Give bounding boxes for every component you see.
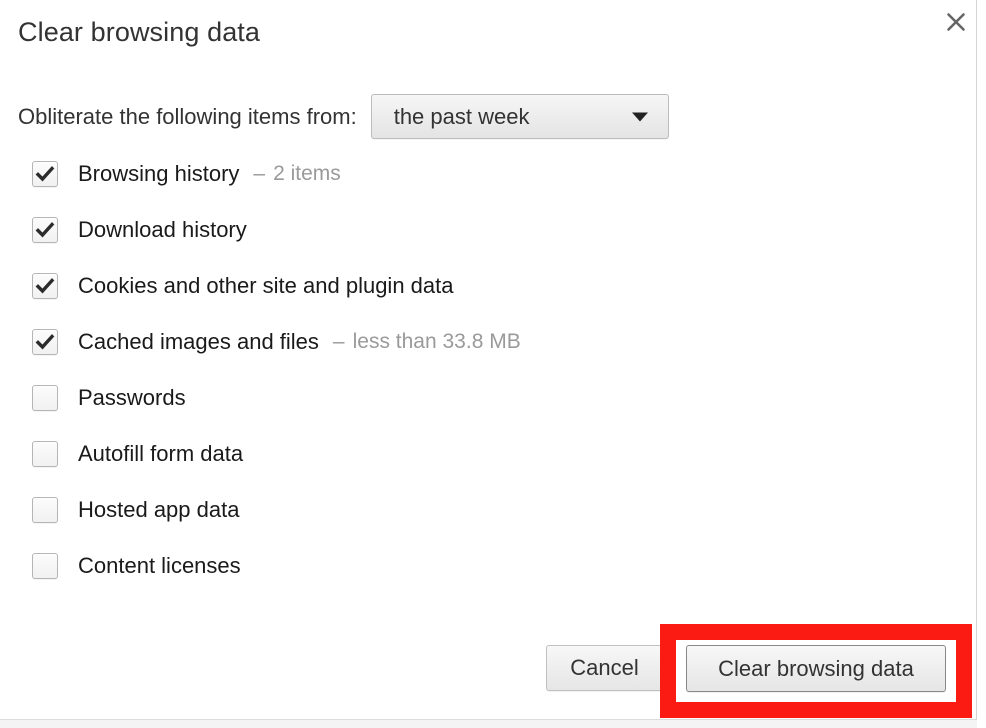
footer-strip bbox=[0, 720, 977, 728]
checkbox-unchecked-icon[interactable] bbox=[32, 553, 58, 579]
checkbox-checked-icon[interactable] bbox=[32, 329, 58, 355]
confirm-clear-browsing-data-button[interactable]: Clear browsing data bbox=[686, 645, 946, 692]
checkbox-label: Passwords bbox=[78, 385, 186, 410]
checkbox-row[interactable]: Download history bbox=[32, 216, 932, 244]
chevron-down-icon bbox=[631, 112, 648, 121]
checkbox-unchecked-icon[interactable] bbox=[32, 497, 58, 523]
checkbox-row[interactable]: Passwords bbox=[32, 384, 932, 412]
close-icon bbox=[945, 11, 967, 33]
meta-dash: – bbox=[253, 162, 266, 185]
time-range-row: Obliterate the following items from: the… bbox=[18, 94, 669, 139]
meta-dash: – bbox=[332, 330, 345, 353]
checkbox-row[interactable]: Content licenses bbox=[32, 552, 932, 580]
meta-value: less than 33.8 MB bbox=[352, 330, 521, 353]
checkbox-row[interactable]: Cached images and files – less than 33.8 M… bbox=[32, 328, 932, 356]
checkbox-unchecked-icon[interactable] bbox=[32, 385, 58, 411]
checkbox-unchecked-icon[interactable] bbox=[32, 441, 58, 467]
page-right-strip bbox=[977, 0, 986, 728]
clear-browsing-data-dialog: Clear browsing data Obliterate the follo… bbox=[0, 0, 986, 728]
checkbox-row[interactable]: Autofill form data bbox=[32, 440, 932, 468]
checkbox-label: Cookies and other site and plugin data bbox=[78, 273, 454, 298]
checkbox-label: Autofill form data bbox=[78, 441, 244, 466]
data-type-checkbox-list: Browsing history –2 items Download history… bbox=[32, 160, 932, 608]
checkbox-label: Content licenses bbox=[78, 553, 241, 578]
time-range-selected-value: the past week bbox=[393, 103, 530, 129]
checkbox-label: Cached images and files bbox=[78, 329, 319, 354]
checkbox-label: Download history bbox=[78, 217, 247, 242]
close-button[interactable] bbox=[940, 6, 972, 38]
checkbox-row[interactable]: Browsing history –2 items bbox=[32, 160, 932, 188]
checkbox-meta: – less than 33.8 MB bbox=[333, 330, 521, 354]
checkbox-checked-icon[interactable] bbox=[32, 273, 58, 299]
dialog-title: Clear browsing data bbox=[18, 17, 261, 47]
time-range-select[interactable]: the past week bbox=[370, 94, 669, 139]
meta-value: 2 items bbox=[273, 162, 341, 185]
time-range-label: Obliterate the following items from: bbox=[18, 103, 357, 129]
checkbox-label: Browsing history bbox=[78, 161, 240, 186]
checkbox-checked-icon[interactable] bbox=[32, 217, 58, 243]
checkbox-label: Hosted app data bbox=[78, 497, 240, 522]
checkbox-row[interactable]: Hosted app data bbox=[32, 496, 932, 524]
checkbox-row[interactable]: Cookies and other site and plugin data bbox=[32, 272, 932, 300]
checkbox-checked-icon[interactable] bbox=[32, 161, 58, 187]
checkbox-meta: –2 items bbox=[253, 162, 340, 186]
cancel-button[interactable]: Cancel bbox=[546, 645, 663, 691]
